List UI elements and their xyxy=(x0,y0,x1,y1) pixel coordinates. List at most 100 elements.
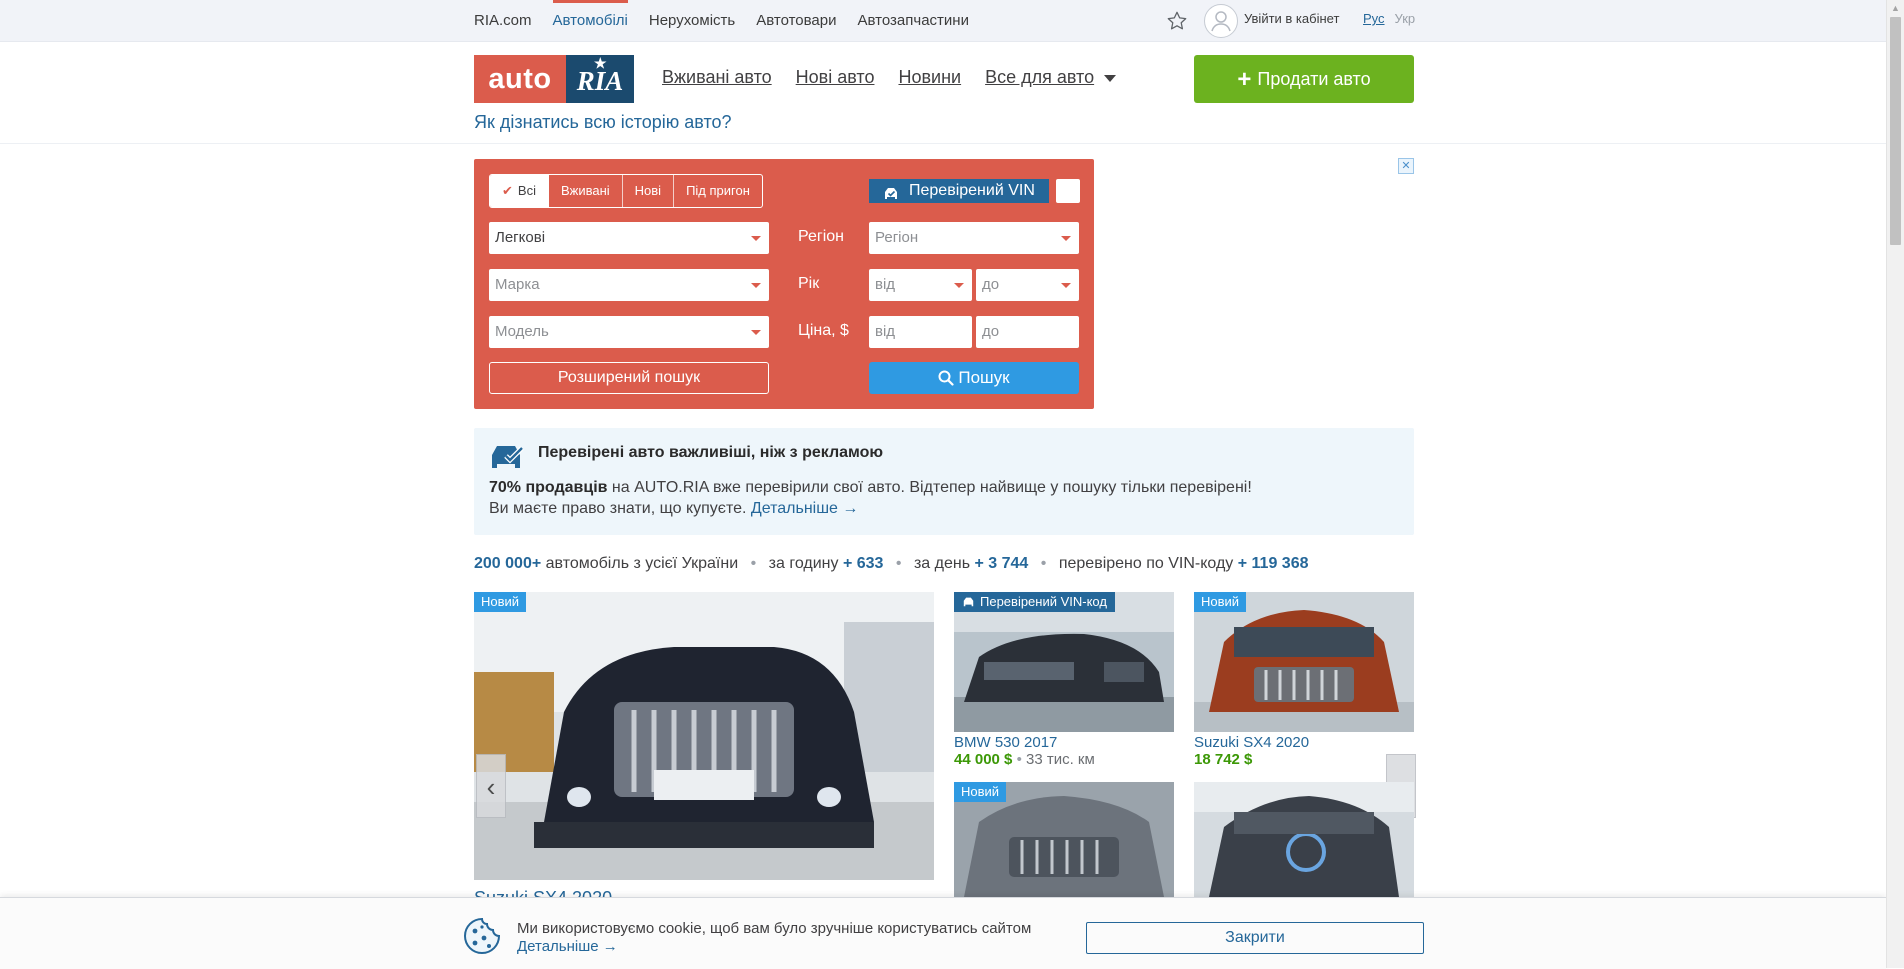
vehicle-type-select[interactable]: Легкові xyxy=(489,222,769,254)
nav-all-for-auto[interactable]: Все для авто xyxy=(985,67,1117,88)
search-button[interactable]: Пошук xyxy=(869,362,1079,394)
stats-line: 200 000+ автомобіль з усієї України • за… xyxy=(474,555,1309,573)
price-to-input[interactable]: до xyxy=(976,316,1079,348)
main-nav: Вживані авто Нові авто Новини Все для ав… xyxy=(662,67,1140,88)
cookie-banner: Ми використовуємо cookie, щоб вам було з… xyxy=(0,897,1886,969)
featured-car-card[interactable]: Новий xyxy=(474,592,934,880)
separator-dot: • xyxy=(895,555,902,572)
login-cabinet-link[interactable]: Увійти в кабінет xyxy=(1244,11,1339,26)
page-scrollbar[interactable]: ▲ xyxy=(1886,0,1904,968)
search-icon xyxy=(938,370,954,386)
top-nav-parts[interactable]: Автозапчастини xyxy=(858,0,969,41)
cookie-close-button[interactable]: Закрити xyxy=(1086,922,1424,954)
year-from-select[interactable]: від xyxy=(869,269,972,301)
verified-vin-badge-label: Перевірений VIN-код xyxy=(980,594,1107,609)
car-price-bmw: 44 000 $ • 33 тис. км xyxy=(954,751,1095,768)
car-title-bmw[interactable]: BMW 530 2017 xyxy=(954,734,1057,751)
dropdown-arrow-icon xyxy=(751,330,761,335)
new-badge: Новий xyxy=(474,592,527,612)
logo-ria-block: ★ RIA xyxy=(566,55,634,103)
featured-car-photo xyxy=(474,592,934,880)
segment-all[interactable]: ✔ Всі xyxy=(490,175,549,207)
cookie-more-link[interactable]: Детальніше → xyxy=(517,938,618,955)
favorites-star-icon[interactable] xyxy=(1166,10,1188,32)
stats-day-text: за день xyxy=(913,555,971,572)
nav-used-cars[interactable]: Вживані авто xyxy=(662,67,772,88)
dropdown-arrow-icon xyxy=(954,283,964,288)
info-line-2: Ви маєте право знати, що купуєте. Деталь… xyxy=(489,500,858,518)
top-nav-cars[interactable]: Автомобілі xyxy=(552,0,629,41)
dropdown-arrow-icon xyxy=(1061,236,1071,241)
nav-news[interactable]: Новини xyxy=(898,67,961,88)
verified-vin-checkbox[interactable] xyxy=(1056,179,1080,203)
stats-hour-value: + 633 xyxy=(842,555,884,572)
caret-down-icon xyxy=(1104,74,1117,82)
car-card-bmw[interactable]: Перевірений VIN-код xyxy=(954,592,1174,732)
dropdown-arrow-icon xyxy=(1061,283,1071,288)
verified-vin-label: Перевірений VIN xyxy=(909,182,1035,199)
car-title-suzuki[interactable]: Suzuki SX4 2020 xyxy=(1194,734,1309,751)
logo-auto-text: auto xyxy=(474,55,566,103)
scroll-up-arrow-icon[interactable]: ▲ xyxy=(1887,0,1904,17)
separator-dot: • xyxy=(750,555,757,572)
advanced-search-button[interactable]: Розширений пошук xyxy=(489,362,769,394)
car-price-suzuki: 18 742 $ xyxy=(1194,751,1253,768)
plus-icon: + xyxy=(1237,66,1252,93)
model-select[interactable]: Модель xyxy=(489,316,769,348)
price-to-placeholder: до xyxy=(982,323,1000,340)
autoria-logo[interactable]: auto ★ RIA xyxy=(474,55,634,103)
verified-car-icon xyxy=(963,597,974,607)
car-photo-bmw xyxy=(954,592,1174,732)
nav-all-for-auto-label: Все для авто xyxy=(985,67,1095,87)
year-to-select[interactable]: до xyxy=(976,269,1079,301)
region-select[interactable]: Регіон xyxy=(869,222,1079,254)
scrollbar-thumb[interactable] xyxy=(1890,17,1901,245)
new-badge: Новий xyxy=(1194,592,1247,612)
segment-new[interactable]: Нові xyxy=(623,175,675,207)
car-price-bmw-value: 44 000 $ xyxy=(954,751,1013,768)
carousel-prev-button[interactable]: ‹ xyxy=(476,754,506,818)
info-title: Перевірені авто важливіші, ніж з рекламо… xyxy=(538,444,884,461)
sell-car-label: Продати авто xyxy=(1257,69,1371,89)
verified-info-block: Перевірені авто важливіші, ніж з рекламо… xyxy=(474,428,1414,535)
sell-car-button[interactable]: + Продати авто xyxy=(1194,55,1414,103)
search-button-label: Пошук xyxy=(958,368,1010,387)
segment-used[interactable]: Вживані xyxy=(549,175,623,207)
info-line-1-text: на AUTO.RIA вже перевірили свої авто. Ві… xyxy=(607,479,1252,496)
search-panel: ✔ Всі Вживані Нові Під пригон Перевірений… xyxy=(474,159,1094,409)
car-photo-suzuki xyxy=(1194,592,1414,732)
year-to-placeholder: до xyxy=(982,276,1000,293)
top-nav-realty[interactable]: Нерухомість xyxy=(649,0,735,41)
verified-vin-badge: Перевірений VIN xyxy=(869,179,1049,203)
car-card-suzuki[interactable]: Новий xyxy=(1194,592,1414,732)
dropdown-arrow-icon xyxy=(751,236,761,241)
car-photo-opel xyxy=(1194,782,1414,897)
price-from-input[interactable]: від xyxy=(869,316,972,348)
brand-select[interactable]: Марка xyxy=(489,269,769,301)
dropdown-arrow-icon xyxy=(751,283,761,288)
model-placeholder: Модель xyxy=(495,323,549,340)
top-nav-ria[interactable]: RIA.com xyxy=(474,0,532,41)
lang-ua-link[interactable]: Укр xyxy=(1395,11,1416,26)
verified-car-icon xyxy=(489,440,527,475)
top-nav-autogoods[interactable]: Автотовари xyxy=(756,0,836,41)
year-label: Рік xyxy=(798,275,820,292)
price-label: Ціна, $ xyxy=(798,322,849,339)
car-card-new-sx4[interactable]: Новий xyxy=(954,782,1174,897)
price-from-placeholder: від xyxy=(875,323,896,340)
year-from-placeholder: від xyxy=(875,276,896,293)
verified-car-icon xyxy=(883,184,899,208)
car-mileage-bmw: 33 тис. км xyxy=(1026,751,1095,768)
header-divider xyxy=(0,143,1886,144)
ad-close-icon[interactable]: ✕ xyxy=(1398,158,1414,174)
region-label: Регіон xyxy=(798,228,844,245)
lang-ru-link[interactable]: Рус xyxy=(1363,11,1385,26)
segment-import[interactable]: Під пригон xyxy=(674,175,762,207)
verified-vin-badge: Перевірений VIN-код xyxy=(954,592,1115,612)
user-avatar-icon[interactable] xyxy=(1204,4,1238,38)
car-history-link[interactable]: Як дізнатись всю історію авто? xyxy=(474,112,732,133)
top-nav: RIA.com Автомобілі Нерухомість Автотовар… xyxy=(474,0,990,41)
car-card-opel[interactable] xyxy=(1194,782,1414,897)
info-more-link[interactable]: Детальніше → xyxy=(751,500,859,517)
nav-new-cars[interactable]: Нові авто xyxy=(796,67,875,88)
